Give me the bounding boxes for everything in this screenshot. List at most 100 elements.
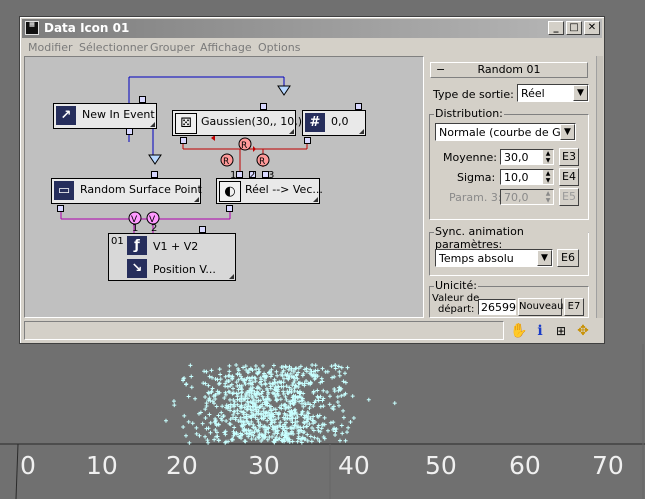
node-graph-canvas[interactable]: ↗ New In Event ⚄ Gaussien(30,, 10,) # 0,… — [24, 56, 424, 318]
particle — [213, 377, 218, 382]
particle — [321, 388, 326, 393]
particle — [225, 384, 230, 389]
particle — [243, 439, 248, 444]
mean-spinner[interactable]: 30,0 ▲ ▼ — [500, 149, 554, 165]
node-expression[interactable]: 01 ƒ V1 + V2 ↘ Position V... — [108, 233, 236, 281]
spinner-arrows-icon[interactable]: ▲ ▼ — [543, 150, 553, 164]
e4-button[interactable]: E4 — [559, 168, 579, 186]
axis-tick: 60 — [509, 451, 541, 480]
particle — [337, 369, 342, 374]
param3-spinner: 70,0 ▲ ▼ — [500, 189, 554, 205]
particle — [331, 420, 336, 425]
maximize-button[interactable]: □ — [566, 21, 582, 35]
particle — [163, 418, 168, 423]
menu-grouper[interactable]: Grouper — [150, 41, 195, 54]
grid-icon[interactable]: ⊞ — [552, 322, 570, 340]
minimize-button[interactable]: _ — [548, 21, 564, 35]
new-seed-button[interactable]: Nouveau — [518, 298, 563, 316]
particle — [224, 418, 229, 423]
function-icon: ƒ — [127, 236, 147, 255]
sigma-label: Sigma: — [457, 171, 496, 184]
particle — [243, 382, 248, 387]
menu-modifier[interactable]: Modifier — [28, 41, 72, 54]
particle — [227, 369, 232, 374]
particle — [214, 404, 219, 409]
particle — [186, 419, 191, 424]
particle — [206, 426, 211, 431]
particle — [219, 410, 224, 415]
particle — [332, 374, 337, 379]
data-icon-window: ▦ Data Icon 01 _ □ ✕ Modifier Sélectionn… — [19, 16, 605, 344]
particle — [310, 363, 315, 368]
particle — [336, 403, 341, 408]
particle — [328, 420, 333, 425]
particle — [261, 363, 266, 368]
particle — [345, 365, 350, 370]
particle — [255, 417, 260, 422]
expression-formula: V1 + V2 — [153, 240, 199, 253]
menu-selectionner[interactable]: Sélectionner — [79, 41, 148, 54]
converter-badge: R — [223, 157, 229, 167]
particle — [231, 386, 236, 391]
output-type-dropdown[interactable]: Réel ▼ — [517, 84, 589, 102]
particle — [216, 381, 221, 386]
particle — [235, 383, 240, 388]
particle — [309, 439, 314, 444]
particle — [171, 399, 176, 404]
particle — [366, 397, 371, 402]
particle — [202, 369, 207, 374]
menu-affichage[interactable]: Affichage — [200, 41, 252, 54]
particle — [319, 376, 324, 381]
seed-input[interactable]: 26599 — [478, 299, 516, 315]
particle — [320, 398, 325, 403]
expression-output: Position V... — [153, 263, 216, 276]
particle — [189, 374, 194, 379]
port-number: 1 — [132, 223, 139, 234]
hand-icon[interactable]: ✋ — [510, 322, 528, 340]
menu-options[interactable]: Options — [258, 41, 300, 54]
sigma-spinner[interactable]: 10,0 ▲ ▼ — [500, 169, 554, 185]
window-title: Data Icon 01 — [44, 21, 130, 35]
spinner-arrows-icon[interactable]: ▲ ▼ — [543, 170, 553, 184]
e6-button[interactable]: E6 — [557, 249, 579, 267]
panel-scrollbar[interactable] — [596, 56, 603, 318]
particle — [279, 403, 284, 408]
particle — [315, 388, 320, 393]
particle — [345, 430, 350, 435]
particle — [307, 406, 312, 411]
particle — [181, 425, 186, 430]
particle — [343, 438, 348, 443]
particle — [322, 415, 327, 420]
close-button[interactable]: ✕ — [584, 21, 600, 35]
e7-button[interactable]: E7 — [564, 298, 584, 316]
particle — [189, 385, 194, 390]
rollout-title: Random 01 — [477, 63, 541, 76]
particle — [271, 363, 276, 368]
title-bar[interactable]: ▦ Data Icon 01 _ □ ✕ — [22, 19, 602, 38]
sync-dropdown[interactable]: Temps absolu ▼ — [435, 249, 553, 267]
mean-label: Moyenne: — [443, 151, 497, 164]
info-icon[interactable]: i — [531, 322, 549, 340]
spinner-arrows-icon: ▲ ▼ — [543, 190, 553, 204]
particle — [320, 366, 325, 371]
distribution-dropdown[interactable]: Normale (courbe de Gaus ▼ — [435, 123, 576, 141]
e3-button[interactable]: E3 — [559, 148, 579, 166]
move-icon[interactable]: ✥ — [574, 322, 592, 340]
expression-id: 01 — [111, 236, 124, 247]
port-in[interactable] — [199, 226, 206, 233]
rollout-header[interactable]: − Random 01 — [430, 62, 588, 78]
status-bar: ✋ i ⊞ ✥ — [24, 321, 598, 340]
particle — [227, 363, 232, 368]
particle — [279, 433, 284, 438]
particle — [337, 438, 342, 443]
particle — [203, 395, 208, 400]
particle — [231, 409, 236, 414]
particle — [238, 415, 243, 420]
particle — [339, 423, 344, 428]
dropdown-value: Réel — [521, 87, 545, 100]
particle — [335, 394, 340, 399]
particle — [313, 363, 318, 368]
particle — [227, 397, 232, 402]
particle — [350, 394, 355, 399]
particle — [281, 389, 286, 394]
